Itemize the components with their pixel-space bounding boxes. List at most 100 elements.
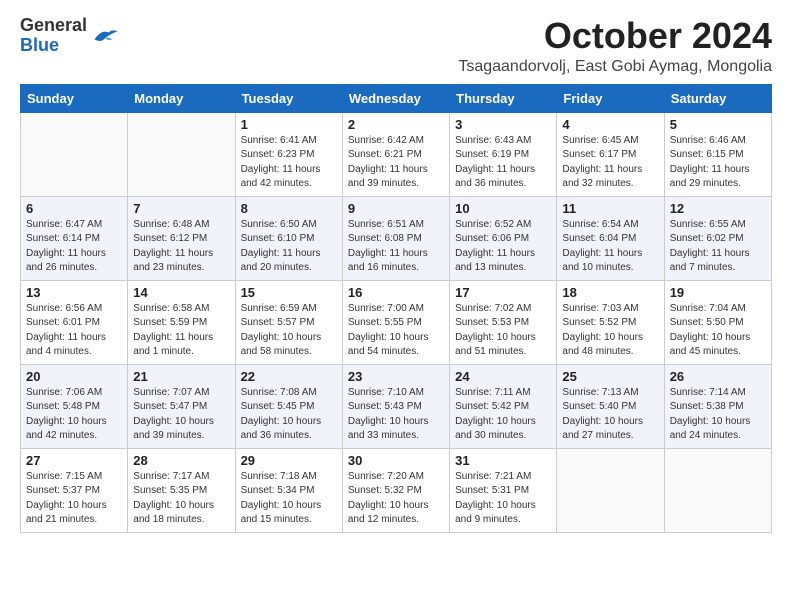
calendar-header-row: SundayMondayTuesdayWednesdayThursdayFrid…: [21, 84, 772, 112]
calendar-week-row: 13 Sunrise: 6:56 AM Sunset: 6:01 PM Dayli…: [21, 280, 772, 364]
calendar-day-cell: 7Sunrise: 6:48 AM Sunset: 6:12 PM Daylig…: [128, 196, 235, 280]
day-number: 9: [348, 201, 444, 216]
day-info: Sunrise: 6:56 AM Sunset: 6:01 PM Dayligh…: [26, 302, 122, 360]
day-info: Sunrise: 6:54 AM Sunset: 6:04 PM Dayligh…: [562, 218, 658, 276]
day-number: 25: [562, 369, 658, 384]
calendar-day-cell: 16 Sunrise: 7:00 AM Sunset: 5:55 PM Dayli…: [342, 280, 449, 364]
day-info: Sunrise: 6:45 AM Sunset: 6:17 PM Dayligh…: [562, 134, 658, 192]
calendar-day-cell: 18Sunrise: 7:03 AM Sunset: 5:52 PM Dayli…: [557, 280, 664, 364]
calendar-day-cell: 13 Sunrise: 6:56 AM Sunset: 6:01 PM Dayli…: [21, 280, 128, 364]
logo-general-text: General: [20, 15, 87, 35]
month-title: October 2024: [458, 16, 772, 56]
day-info: Sunrise: 7:10 AM Sunset: 5:43 PM Dayligh…: [348, 386, 444, 444]
logo: General Blue: [20, 16, 119, 56]
day-info: Sunrise: 7:20 AM Sunset: 5:32 PM Dayligh…: [348, 470, 444, 528]
day-info: Sunrise: 7:21 AM Sunset: 5:31 PM Dayligh…: [455, 470, 551, 528]
logo-bird-icon: [91, 25, 119, 47]
day-number: 14: [133, 285, 229, 300]
calendar-day-cell: 1Sunrise: 6:41 AM Sunset: 6:23 PM Daylig…: [235, 112, 342, 196]
calendar-day-cell: 20Sunrise: 7:06 AM Sunset: 5:48 PM Dayli…: [21, 364, 128, 448]
calendar-day-cell: 19 Sunrise: 7:04 AM Sunset: 5:50 PM Dayli…: [664, 280, 771, 364]
day-number: 13: [26, 285, 122, 300]
day-info: Sunrise: 6:59 AM Sunset: 5:57 PM Dayligh…: [241, 302, 337, 360]
day-number: 6: [26, 201, 122, 216]
day-number: 26: [670, 369, 766, 384]
calendar-day-cell: 10 Sunrise: 6:52 AM Sunset: 6:06 PM Dayli…: [450, 196, 557, 280]
day-info: Sunrise: 6:48 AM Sunset: 6:12 PM Dayligh…: [133, 218, 229, 276]
calendar-day-cell: 12 Sunrise: 6:55 AM Sunset: 6:02 PM Dayli…: [664, 196, 771, 280]
day-number: 24: [455, 369, 551, 384]
day-info: Sunrise: 6:46 AM Sunset: 6:15 PM Dayligh…: [670, 134, 766, 192]
calendar-day-cell: 17Sunrise: 7:02 AM Sunset: 5:53 PM Dayli…: [450, 280, 557, 364]
day-info: Sunrise: 6:52 AM Sunset: 6:06 PM Dayligh…: [455, 218, 551, 276]
calendar-table: SundayMondayTuesdayWednesdayThursdayFrid…: [20, 84, 772, 533]
calendar-week-row: 20Sunrise: 7:06 AM Sunset: 5:48 PM Dayli…: [21, 364, 772, 448]
calendar-day-cell: [21, 112, 128, 196]
day-number: 4: [562, 117, 658, 132]
calendar-day-cell: 27 Sunrise: 7:15 AM Sunset: 5:37 PM Dayli…: [21, 448, 128, 532]
calendar-day-cell: 24 Sunrise: 7:11 AM Sunset: 5:42 PM Dayli…: [450, 364, 557, 448]
day-of-week-header: Friday: [557, 84, 664, 112]
calendar-day-cell: [128, 112, 235, 196]
day-info: Sunrise: 7:13 AM Sunset: 5:40 PM Dayligh…: [562, 386, 658, 444]
day-info: Sunrise: 7:11 AM Sunset: 5:42 PM Dayligh…: [455, 386, 551, 444]
calendar-day-cell: [664, 448, 771, 532]
calendar-day-cell: 11 Sunrise: 6:54 AM Sunset: 6:04 PM Dayli…: [557, 196, 664, 280]
calendar-day-cell: 9 Sunrise: 6:51 AM Sunset: 6:08 PM Daylig…: [342, 196, 449, 280]
calendar-day-cell: 29 Sunrise: 7:18 AM Sunset: 5:34 PM Dayli…: [235, 448, 342, 532]
day-number: 22: [241, 369, 337, 384]
day-number: 2: [348, 117, 444, 132]
day-info: Sunrise: 7:15 AM Sunset: 5:37 PM Dayligh…: [26, 470, 122, 528]
day-number: 16: [348, 285, 444, 300]
calendar-day-cell: 14 Sunrise: 6:58 AM Sunset: 5:59 PM Dayli…: [128, 280, 235, 364]
day-info: Sunrise: 7:08 AM Sunset: 5:45 PM Dayligh…: [241, 386, 337, 444]
day-of-week-header: Wednesday: [342, 84, 449, 112]
calendar-day-cell: 28Sunrise: 7:17 AM Sunset: 5:35 PM Dayli…: [128, 448, 235, 532]
calendar-day-cell: [557, 448, 664, 532]
day-info: Sunrise: 6:55 AM Sunset: 6:02 PM Dayligh…: [670, 218, 766, 276]
day-number: 17: [455, 285, 551, 300]
day-of-week-header: Thursday: [450, 84, 557, 112]
day-number: 30: [348, 453, 444, 468]
day-number: 29: [241, 453, 337, 468]
calendar-day-cell: 4 Sunrise: 6:45 AM Sunset: 6:17 PM Daylig…: [557, 112, 664, 196]
day-of-week-header: Tuesday: [235, 84, 342, 112]
calendar-day-cell: 6 Sunrise: 6:47 AM Sunset: 6:14 PM Daylig…: [21, 196, 128, 280]
day-number: 27: [26, 453, 122, 468]
page-header: General Blue October 2024 Tsagaandorvolj…: [20, 16, 772, 76]
day-number: 28: [133, 453, 229, 468]
day-info: Sunrise: 6:47 AM Sunset: 6:14 PM Dayligh…: [26, 218, 122, 276]
day-number: 5: [670, 117, 766, 132]
day-info: Sunrise: 6:51 AM Sunset: 6:08 PM Dayligh…: [348, 218, 444, 276]
day-of-week-header: Monday: [128, 84, 235, 112]
calendar-day-cell: 31Sunrise: 7:21 AM Sunset: 5:31 PM Dayli…: [450, 448, 557, 532]
day-info: Sunrise: 6:50 AM Sunset: 6:10 PM Dayligh…: [241, 218, 337, 276]
day-info: Sunrise: 7:18 AM Sunset: 5:34 PM Dayligh…: [241, 470, 337, 528]
day-number: 19: [670, 285, 766, 300]
day-number: 23: [348, 369, 444, 384]
day-info: Sunrise: 7:04 AM Sunset: 5:50 PM Dayligh…: [670, 302, 766, 360]
day-number: 8: [241, 201, 337, 216]
day-info: Sunrise: 7:14 AM Sunset: 5:38 PM Dayligh…: [670, 386, 766, 444]
calendar-day-cell: 26 Sunrise: 7:14 AM Sunset: 5:38 PM Dayli…: [664, 364, 771, 448]
day-info: Sunrise: 6:58 AM Sunset: 5:59 PM Dayligh…: [133, 302, 229, 360]
day-number: 12: [670, 201, 766, 216]
calendar-day-cell: 25 Sunrise: 7:13 AM Sunset: 5:40 PM Dayli…: [557, 364, 664, 448]
calendar-day-cell: 3Sunrise: 6:43 AM Sunset: 6:19 PM Daylig…: [450, 112, 557, 196]
day-of-week-header: Sunday: [21, 84, 128, 112]
day-of-week-header: Saturday: [664, 84, 771, 112]
day-number: 11: [562, 201, 658, 216]
day-number: 21: [133, 369, 229, 384]
calendar-day-cell: 5 Sunrise: 6:46 AM Sunset: 6:15 PM Daylig…: [664, 112, 771, 196]
calendar-day-cell: 23 Sunrise: 7:10 AM Sunset: 5:43 PM Dayli…: [342, 364, 449, 448]
day-info: Sunrise: 7:07 AM Sunset: 5:47 PM Dayligh…: [133, 386, 229, 444]
day-number: 1: [241, 117, 337, 132]
calendar-week-row: 27 Sunrise: 7:15 AM Sunset: 5:37 PM Dayli…: [21, 448, 772, 532]
day-info: Sunrise: 7:00 AM Sunset: 5:55 PM Dayligh…: [348, 302, 444, 360]
calendar-day-cell: 8 Sunrise: 6:50 AM Sunset: 6:10 PM Daylig…: [235, 196, 342, 280]
day-number: 3: [455, 117, 551, 132]
day-info: Sunrise: 6:42 AM Sunset: 6:21 PM Dayligh…: [348, 134, 444, 192]
calendar-day-cell: 30 Sunrise: 7:20 AM Sunset: 5:32 PM Dayli…: [342, 448, 449, 532]
day-number: 10: [455, 201, 551, 216]
day-number: 15: [241, 285, 337, 300]
